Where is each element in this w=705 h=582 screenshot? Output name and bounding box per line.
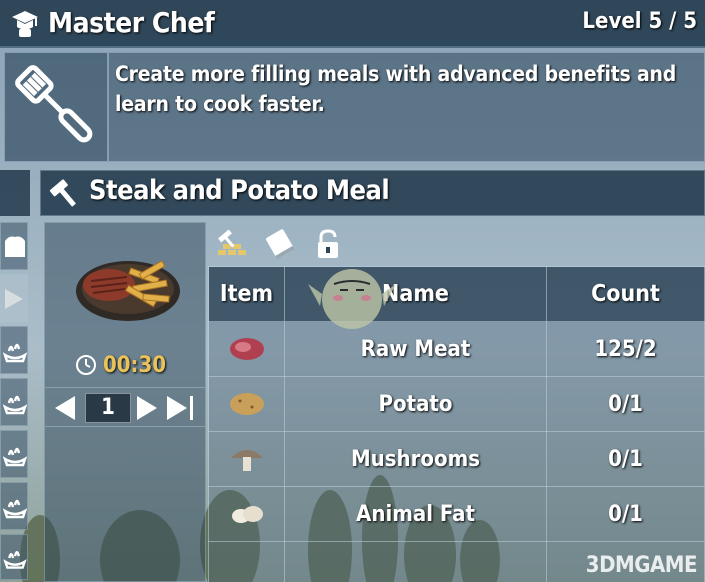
craft-time: 00:30 [103,353,167,378]
meal-icon [2,499,28,519]
tab-meal-5[interactable] [0,534,28,580]
clock-icon [76,355,96,375]
table-row[interactable]: Potato 0/1 [208,376,705,432]
skill-icon-box [5,53,109,161]
ingredient-count: 0/1 [546,431,705,487]
hammer-icon [49,179,76,207]
quantity-selector: 1 [45,387,205,427]
potato-icon [229,393,264,415]
meal-icon [3,551,27,569]
quantity-value[interactable]: 1 [85,393,131,423]
chef-hat-icon [12,11,38,37]
steak-potato-meal-image [76,260,180,321]
ingredient-count: 0/1 [546,376,705,432]
column-item: Item [208,266,285,322]
meal-icon [2,343,28,363]
workstation-icon[interactable] [216,228,248,260]
increase-quantity-button[interactable] [133,394,161,422]
ingredient-count: 0/1 [546,486,705,542]
ingredients-table: Item Name Count Raw Meat 125/2 Potato 0/… [208,266,705,582]
table-header-row: Item Name Count [208,266,705,322]
recipe-header: Steak and Potato Meal [40,170,705,216]
ingredient-name: Animal Fat [284,486,547,542]
skill-description: Create more filling meals with advanced … [115,59,695,119]
raw-meat-icon [229,338,264,360]
watermark-text: 3DMGAME [585,553,698,578]
watermark-mascot [308,269,396,329]
animal-fat-icon [231,506,263,523]
description-line-2: learn to cook faster. [115,92,325,116]
skill-description-panel: Create more filling meals with advanced … [4,52,705,162]
recipe-toolbar [210,222,705,266]
max-quantity-button[interactable] [165,394,197,422]
ingredient-name: Mushrooms [284,431,547,487]
armor-icon [5,236,25,257]
description-line-1: Create more filling meals with advanced … [115,62,677,86]
mushroom-icon [230,450,263,471]
column-count: Count [546,266,705,322]
arrow-right-icon [5,289,23,309]
tab-meal-3[interactable] [0,430,28,478]
book-icon[interactable] [264,228,296,260]
table-row[interactable]: Animal Fat 0/1 [208,486,705,542]
ingredient-name: Potato [284,376,547,432]
tabs-header [0,170,30,216]
skill-level: Level 5 / 5 [582,9,697,34]
meal-icon [2,395,28,415]
tab-selected[interactable] [0,274,28,322]
ingredient-count: 125/2 [546,321,705,377]
tab-meal-1[interactable] [0,326,28,374]
recipe-title: Steak and Potato Meal [89,175,390,206]
skill-title: Master Chef [48,6,215,39]
table-row[interactable]: Raw Meat 125/2 [208,321,705,377]
tab-armor[interactable] [0,222,28,270]
meal-icon [2,447,28,467]
recipe-category-tabs [0,170,30,582]
skill-header: Master Chef Level 5 / 5 [0,0,705,48]
craft-timer: 00:30 [75,353,166,378]
spatula-icon [15,65,93,143]
decrease-quantity-button[interactable] [51,394,79,422]
recipe-info-panel: 00:30 1 [44,222,206,582]
tab-meal-4[interactable] [0,482,28,530]
table-row[interactable]: Mushrooms 0/1 [208,431,705,487]
tab-meal-2[interactable] [0,378,28,426]
